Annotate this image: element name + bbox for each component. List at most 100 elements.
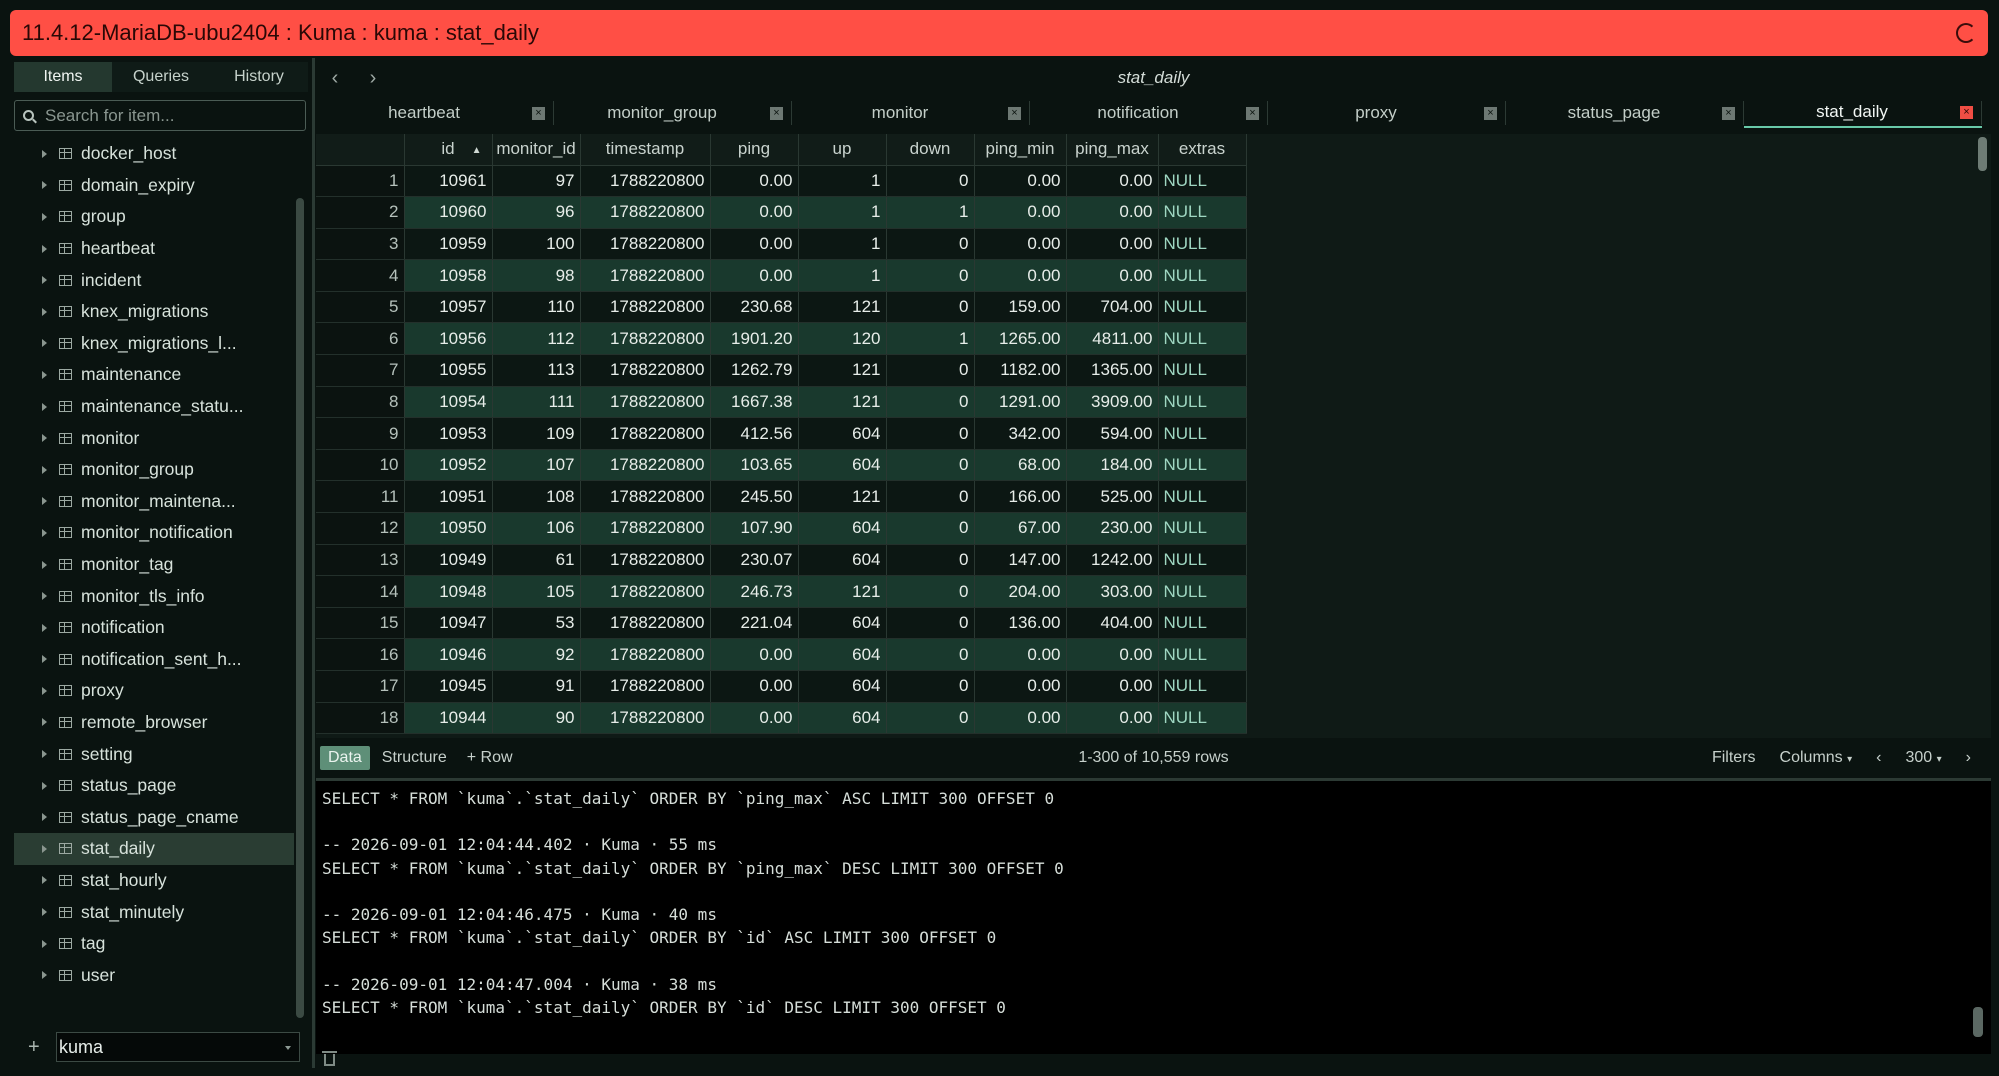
chevron-right-icon[interactable] bbox=[42, 750, 47, 759]
sidebar-item[interactable]: notification_sent_h... bbox=[14, 644, 294, 676]
table-cell-ping[interactable]: 1262.79 bbox=[710, 354, 799, 387]
table-cell-timestamp[interactable]: 1788220800 bbox=[580, 228, 711, 261]
chevron-right-icon[interactable] bbox=[42, 623, 47, 632]
sidebar-item[interactable]: stat_hourly bbox=[14, 865, 294, 897]
close-icon[interactable]: × bbox=[770, 106, 783, 120]
column-header-timestamp[interactable]: timestamp bbox=[580, 134, 711, 166]
table-cell-extras[interactable]: NULL bbox=[1158, 417, 1247, 450]
table-cell-extras[interactable]: NULL bbox=[1158, 322, 1247, 356]
table-cell-ping_min[interactable]: 342.00 bbox=[974, 417, 1067, 450]
table-row[interactable]: 3 10959 100 1788220800 0.00 1 0 0.00 0.00 NULL bbox=[316, 228, 1247, 261]
column-header-ping_max[interactable]: ping_max bbox=[1066, 134, 1159, 166]
table-cell-down[interactable]: 0 bbox=[886, 638, 975, 671]
chevron-right-icon[interactable] bbox=[42, 149, 47, 158]
table-cell-ping[interactable]: 221.04 bbox=[710, 607, 799, 640]
table-row[interactable]: 18 10944 90 1788220800 0.00 604 0 0.00 0.00 NULL bbox=[316, 702, 1247, 735]
table-cell-extras[interactable]: NULL bbox=[1158, 386, 1247, 419]
table-cell-id[interactable]: 10959 bbox=[404, 228, 493, 261]
table-cell-ping[interactable]: 0.00 bbox=[710, 165, 799, 198]
table-cell-ping_min[interactable]: 0.00 bbox=[974, 670, 1067, 703]
tab-stat_daily[interactable]: stat_daily × bbox=[1744, 98, 1982, 128]
table-cell-ping_min[interactable]: 68.00 bbox=[974, 449, 1067, 482]
table-cell-ping[interactable]: 245.50 bbox=[710, 480, 799, 514]
table-cell-up[interactable]: 1 bbox=[798, 259, 887, 292]
chevron-right-icon[interactable] bbox=[42, 655, 47, 664]
table-cell-timestamp[interactable]: 1788220800 bbox=[580, 670, 711, 703]
table-cell-monitor_id[interactable]: 61 bbox=[492, 544, 581, 577]
column-header-ping_min[interactable]: ping_min bbox=[974, 134, 1067, 166]
sidebar-item[interactable]: notification bbox=[14, 612, 294, 644]
table-cell-ping[interactable]: 1667.38 bbox=[710, 386, 799, 419]
table-cell-monitor_id[interactable]: 109 bbox=[492, 417, 581, 450]
chevron-right-icon[interactable] bbox=[42, 434, 47, 443]
data-tab-button[interactable]: Data bbox=[320, 746, 370, 770]
chevron-right-icon[interactable] bbox=[42, 465, 47, 474]
chevron-right-icon[interactable] bbox=[42, 560, 47, 569]
chevron-right-icon[interactable] bbox=[42, 781, 47, 790]
table-cell-up[interactable]: 1 bbox=[798, 228, 887, 261]
table-cell-extras[interactable]: NULL bbox=[1158, 512, 1247, 545]
tab-notification[interactable]: notification × bbox=[1030, 98, 1268, 128]
table-cell-timestamp[interactable]: 1788220800 bbox=[580, 607, 711, 640]
close-icon[interactable]: × bbox=[1246, 106, 1259, 120]
table-row[interactable]: 16 10946 92 1788220800 0.00 604 0 0.00 0.00 NULL bbox=[316, 638, 1247, 671]
table-cell-up[interactable]: 121 bbox=[798, 386, 887, 419]
table-cell-ping_max[interactable]: 184.00 bbox=[1066, 449, 1159, 482]
table-row[interactable]: 9 10953 109 1788220800 412.56 604 0 342.00 594.0… bbox=[316, 417, 1247, 450]
table-cell-ping_min[interactable]: 136.00 bbox=[974, 607, 1067, 640]
table-cell-up[interactable]: 121 bbox=[798, 291, 887, 324]
table-cell-timestamp[interactable]: 1788220800 bbox=[580, 322, 711, 356]
table-cell-ping_min[interactable]: 0.00 bbox=[974, 196, 1067, 229]
table-cell-timestamp[interactable]: 1788220800 bbox=[580, 512, 711, 545]
chevron-right-icon[interactable] bbox=[42, 592, 47, 601]
tab-proxy[interactable]: proxy × bbox=[1268, 98, 1506, 128]
tab-monitor_group[interactable]: monitor_group × bbox=[554, 98, 792, 128]
sidebar-item[interactable]: monitor_group bbox=[14, 454, 294, 486]
structure-tab-button[interactable]: Structure bbox=[374, 746, 455, 770]
table-row[interactable]: 10 10952 107 1788220800 103.65 604 0 68.00 184.0… bbox=[316, 449, 1247, 482]
table-cell-monitor_id[interactable]: 110 bbox=[492, 291, 581, 324]
table-row[interactable]: 4 10958 98 1788220800 0.00 1 0 0.00 0.00 NULL bbox=[316, 259, 1247, 292]
column-header-ping[interactable]: ping bbox=[710, 134, 799, 166]
table-cell-extras[interactable]: NULL bbox=[1158, 354, 1247, 387]
chevron-right-icon[interactable] bbox=[42, 528, 47, 537]
prev-page-button[interactable]: ‹ bbox=[1876, 749, 1881, 767]
chevron-right-icon[interactable] bbox=[42, 939, 47, 948]
table-cell-down[interactable]: 0 bbox=[886, 165, 975, 198]
table-cell-down[interactable]: 1 bbox=[886, 322, 975, 356]
sidebar-item[interactable]: proxy bbox=[14, 675, 294, 707]
table-cell-ping_max[interactable]: 525.00 bbox=[1066, 480, 1159, 514]
table-cell-ping_min[interactable]: 147.00 bbox=[974, 544, 1067, 577]
close-icon[interactable]: × bbox=[1960, 105, 1973, 119]
add-database-button[interactable]: + bbox=[28, 1036, 44, 1059]
columns-button[interactable]: Columns ▾ bbox=[1780, 749, 1853, 767]
table-row[interactable]: 15 10947 53 1788220800 221.04 604 0 136.00 404.0… bbox=[316, 607, 1247, 640]
sidebar-item[interactable]: stat_daily bbox=[14, 833, 294, 865]
reload-icon[interactable] bbox=[1956, 23, 1976, 43]
table-cell-id[interactable]: 10961 bbox=[404, 165, 493, 198]
table-cell-ping[interactable]: 230.68 bbox=[710, 291, 799, 324]
chevron-right-icon[interactable] bbox=[42, 370, 47, 379]
table-cell-monitor_id[interactable]: 97 bbox=[492, 165, 581, 198]
table-row[interactable]: 11 10951 108 1788220800 245.50 121 0 166.00 525.… bbox=[316, 480, 1247, 514]
table-cell-id[interactable]: 10958 bbox=[404, 259, 493, 292]
table-cell-down[interactable]: 0 bbox=[886, 449, 975, 482]
table-row[interactable]: 5 10957 110 1788220800 230.68 121 0 159.00 704.0… bbox=[316, 291, 1247, 324]
table-cell-up[interactable]: 604 bbox=[798, 449, 887, 482]
tab-queries[interactable]: Queries bbox=[112, 62, 210, 92]
sidebar-item[interactable]: maintenance bbox=[14, 359, 294, 391]
sidebar-item[interactable]: status_page_cname bbox=[14, 801, 294, 833]
table-cell-ping_max[interactable]: 704.00 bbox=[1066, 291, 1159, 324]
close-icon[interactable]: × bbox=[532, 106, 545, 120]
chevron-right-icon[interactable] bbox=[42, 718, 47, 727]
table-cell-ping_max[interactable]: 4811.00 bbox=[1066, 322, 1159, 356]
table-cell-monitor_id[interactable]: 91 bbox=[492, 670, 581, 703]
chevron-right-icon[interactable] bbox=[42, 813, 47, 822]
table-cell-down[interactable]: 0 bbox=[886, 670, 975, 703]
grid-scrollbar[interactable] bbox=[1978, 137, 1987, 171]
table-cell-ping[interactable]: 246.73 bbox=[710, 575, 799, 608]
chevron-right-icon[interactable] bbox=[42, 497, 47, 506]
table-cell-id[interactable]: 10949 bbox=[404, 544, 493, 577]
table-cell-timestamp[interactable]: 1788220800 bbox=[580, 417, 711, 450]
column-header-monitor_id[interactable]: monitor_id bbox=[492, 134, 581, 166]
